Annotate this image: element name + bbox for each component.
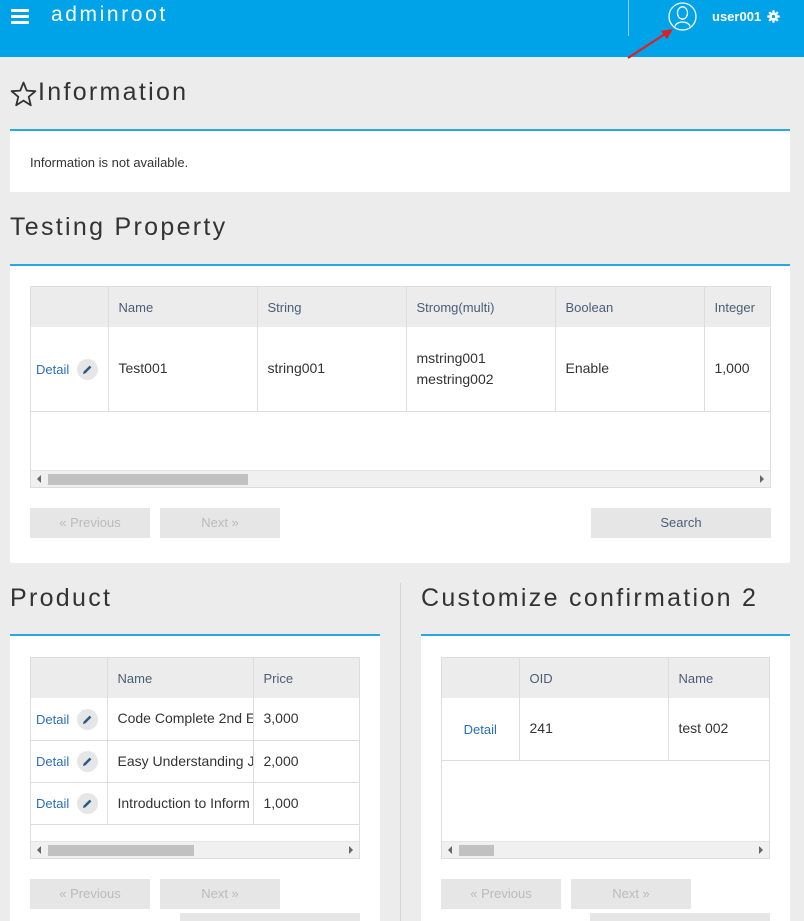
column-divider xyxy=(400,583,401,921)
scrollbar-thumb[interactable] xyxy=(459,845,494,856)
cell-name: Introduction to Inform xyxy=(107,782,254,825)
cell-integer: 1,000 xyxy=(704,327,770,412)
detail-link[interactable]: Detail xyxy=(36,754,69,769)
next-button[interactable]: Next » xyxy=(160,508,280,538)
scrollbar-thumb[interactable] xyxy=(48,845,194,856)
testing-property-grid: Name String Stromg(multi) Boolean Intege… xyxy=(30,286,771,488)
cell-name: test 002 xyxy=(668,698,769,761)
testing-property-title: Testing Property xyxy=(10,213,228,241)
column-header-boolean[interactable]: Boolean xyxy=(555,287,705,327)
cell-multi-line: mestring002 xyxy=(416,370,494,387)
table-row: Detail Code Complete 2nd E 3,000 xyxy=(31,698,359,741)
detail-link[interactable]: Detail xyxy=(36,712,69,727)
red-arrow-annotation xyxy=(627,29,673,59)
scroll-left-icon[interactable] xyxy=(448,846,452,854)
search-button-partial[interactable] xyxy=(180,913,360,921)
column-header-name[interactable]: Name xyxy=(668,658,769,698)
cell-string: string001 xyxy=(257,327,407,412)
edit-icon[interactable] xyxy=(77,358,99,380)
cell-name: Code Complete 2nd E xyxy=(107,698,254,741)
cell-name: Test001 xyxy=(108,327,258,412)
column-header-oid[interactable]: OID xyxy=(519,658,669,698)
testing-property-panel: Name String Stromg(multi) Boolean Intege… xyxy=(10,266,790,563)
table-header-row: Name String Stromg(multi) Boolean Intege… xyxy=(31,287,770,327)
product-grid: Name Price Detail Code Complete 2nd E 3,… xyxy=(30,657,360,859)
information-message: Information is not available. xyxy=(30,155,189,170)
detail-link[interactable]: Detail xyxy=(36,796,69,811)
information-panel: Information is not available. xyxy=(10,131,790,192)
detail-link[interactable]: Detail xyxy=(464,722,497,737)
table-row: Detail Test001 string001 mstring001 mest… xyxy=(31,327,770,412)
gear-icon[interactable] xyxy=(767,10,780,23)
table-row: Detail Easy Understanding Ja 2,000 xyxy=(31,740,359,783)
scroll-right-icon[interactable] xyxy=(349,846,353,854)
hamburger-icon[interactable] xyxy=(11,9,29,25)
cell-price: 1,000 xyxy=(253,782,359,825)
detail-cell: Detail xyxy=(31,327,109,412)
scroll-right-icon[interactable] xyxy=(759,846,763,854)
scroll-left-icon[interactable] xyxy=(37,846,41,854)
customize-panel: OID Name Detail 241 test 002 « Previous … xyxy=(421,636,790,921)
previous-button[interactable]: « Previous xyxy=(30,879,150,909)
detail-cell: Detail xyxy=(442,698,520,761)
horizontal-scrollbar[interactable] xyxy=(31,470,770,487)
product-title: Product xyxy=(10,584,113,612)
column-header-actions xyxy=(442,658,520,698)
cell-multi: mstring001 mestring002 xyxy=(406,327,556,412)
column-header-price[interactable]: Price xyxy=(253,658,359,698)
cell-boolean: Enable xyxy=(555,327,705,412)
column-header-actions xyxy=(31,287,109,327)
next-button[interactable]: Next » xyxy=(160,879,280,909)
horizontal-scrollbar[interactable] xyxy=(442,841,769,858)
information-title: Information xyxy=(38,78,189,106)
next-button[interactable]: Next » xyxy=(571,879,691,909)
previous-button[interactable]: « Previous xyxy=(441,879,561,909)
cell-price: 2,000 xyxy=(253,740,359,783)
edit-icon[interactable] xyxy=(77,792,99,814)
detail-link[interactable]: Detail xyxy=(36,362,69,377)
column-header-string[interactable]: String xyxy=(257,287,407,327)
cell-oid: 241 xyxy=(519,698,669,761)
edit-icon[interactable] xyxy=(77,708,99,730)
column-header-multi[interactable]: Stromg(multi) xyxy=(406,287,556,327)
column-header-name[interactable]: Name xyxy=(107,658,254,698)
edit-icon[interactable] xyxy=(77,750,99,772)
brand-title[interactable]: adminroot xyxy=(51,3,168,27)
cell-multi-line: mstring001 xyxy=(416,349,486,366)
table-row: Detail 241 test 002 xyxy=(442,698,769,761)
search-button[interactable]: Search xyxy=(591,508,771,538)
cell-name: Easy Understanding Ja xyxy=(107,740,254,783)
star-icon xyxy=(10,81,37,107)
detail-cell: Detail xyxy=(31,698,108,741)
search-button-partial[interactable] xyxy=(590,913,770,921)
scrollbar-thumb[interactable] xyxy=(48,474,248,485)
product-panel: Name Price Detail Code Complete 2nd E 3,… xyxy=(10,636,380,921)
table-row: Detail Introduction to Inform 1,000 xyxy=(31,782,359,825)
customize-title: Customize confirmation 2 xyxy=(421,584,759,612)
customize-grid: OID Name Detail 241 test 002 xyxy=(441,657,770,859)
horizontal-scrollbar[interactable] xyxy=(31,841,359,858)
detail-cell: Detail xyxy=(31,782,108,825)
username-label[interactable]: user001 xyxy=(712,9,761,24)
column-header-actions xyxy=(31,658,108,698)
previous-button[interactable]: « Previous xyxy=(30,508,150,538)
column-header-name[interactable]: Name xyxy=(108,287,258,327)
scroll-left-icon[interactable] xyxy=(37,475,41,483)
top-bar: adminroot user001 xyxy=(0,0,804,57)
cell-price: 3,000 xyxy=(253,698,359,741)
table-header-row: OID Name xyxy=(442,658,769,698)
scroll-right-icon[interactable] xyxy=(760,475,764,483)
column-header-integer[interactable]: Integer xyxy=(704,287,770,327)
detail-cell: Detail xyxy=(31,740,108,783)
table-header-row: Name Price xyxy=(31,658,359,698)
